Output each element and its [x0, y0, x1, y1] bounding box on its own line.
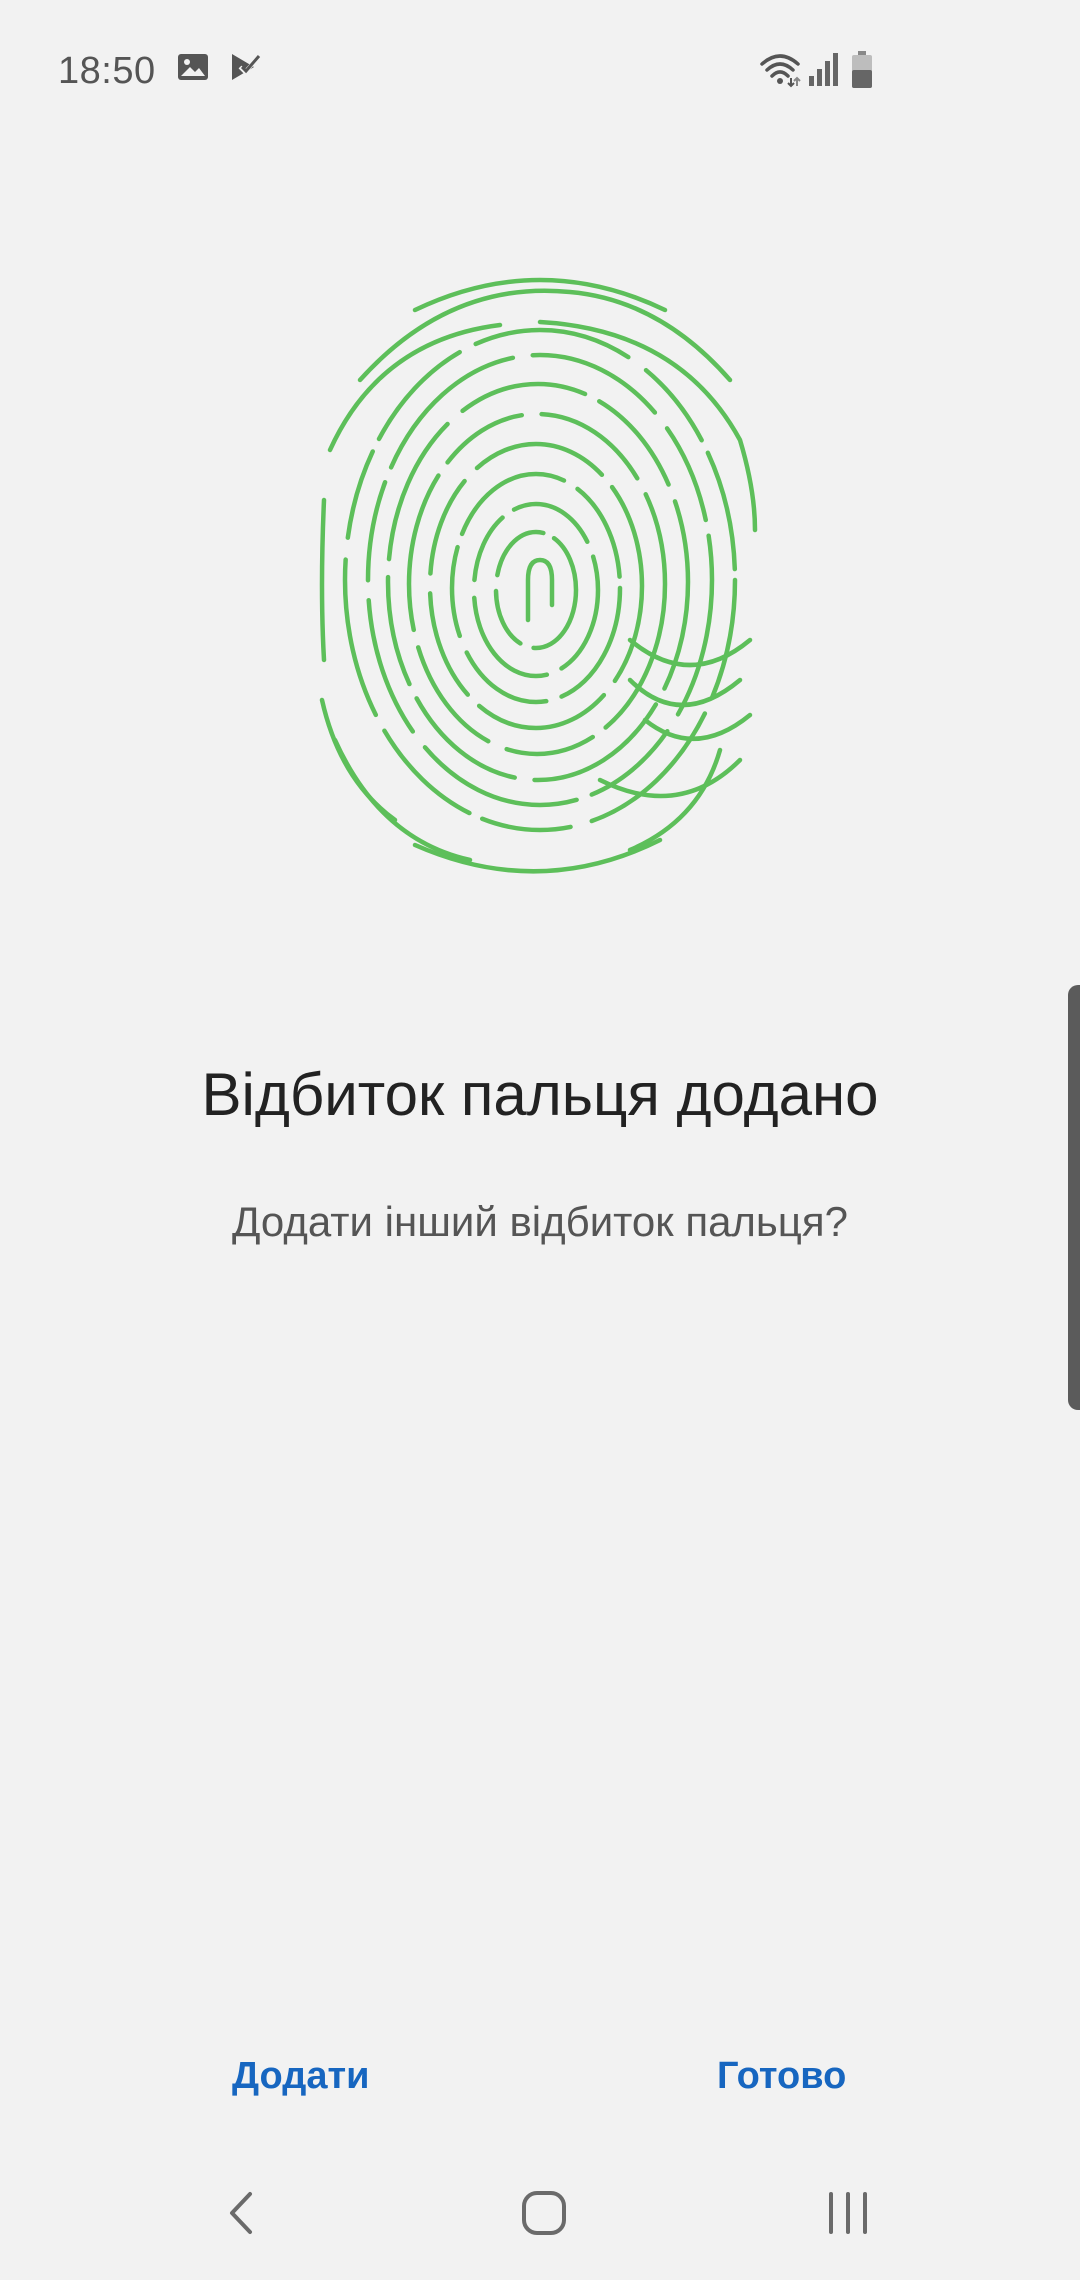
wifi-icon [758, 50, 802, 93]
home-icon [519, 2188, 569, 2243]
page-title: Відбиток пальця додано [201, 1061, 879, 1128]
status-bar: 18:50 [0, 0, 1080, 140]
back-icon [222, 2188, 262, 2243]
battery-icon [850, 50, 874, 95]
fingerprint-added-screen: 18:50 Відбиток пальця додано Додати інши… [0, 0, 1080, 2280]
page-subtitle: Додати інший відбиток пальця? [232, 1198, 848, 1245]
done-button[interactable]: Готово [717, 2055, 846, 2098]
recents-icon [823, 2188, 873, 2243]
status-time: 18:50 [58, 50, 156, 92]
recents-button[interactable] [778, 2150, 918, 2280]
home-button[interactable] [474, 2150, 614, 2280]
add-button[interactable]: Додати [232, 2055, 369, 2098]
navigation-bar [0, 2150, 1080, 2280]
image-icon [176, 50, 210, 89]
signal-icon [806, 50, 840, 93]
back-button[interactable] [172, 2150, 312, 2280]
edge-panel-handle[interactable] [1068, 985, 1080, 1410]
fingerprint-icon [300, 260, 780, 880]
task-check-icon [228, 50, 262, 89]
